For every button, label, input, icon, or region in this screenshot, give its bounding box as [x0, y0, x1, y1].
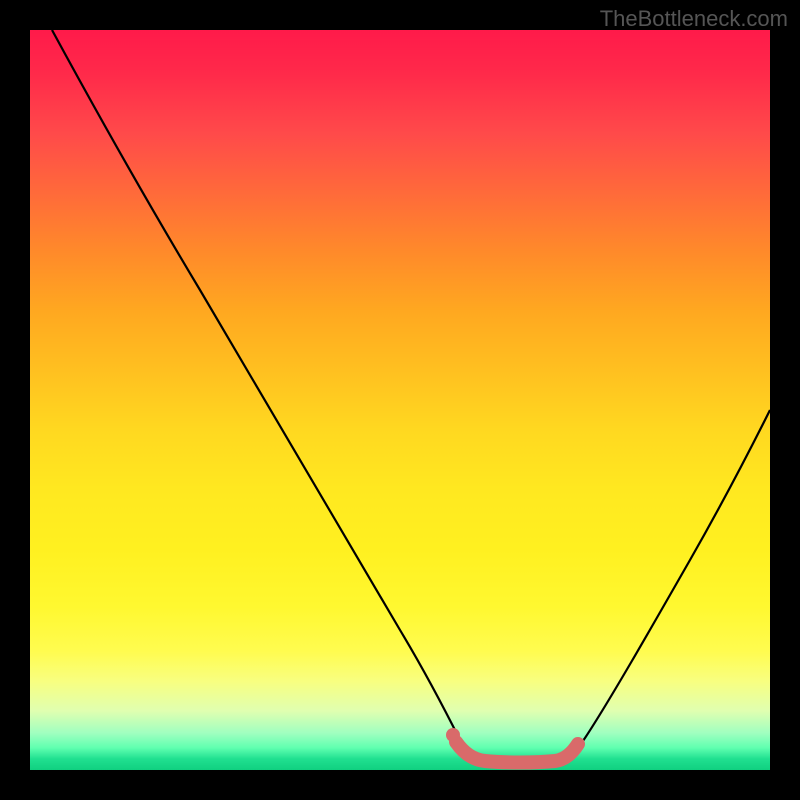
highlight-segment — [456, 742, 578, 763]
plot-area — [30, 30, 770, 770]
watermark-text: TheBottleneck.com — [600, 6, 788, 32]
bottleneck-curve — [52, 30, 770, 763]
chart-svg — [30, 30, 770, 770]
